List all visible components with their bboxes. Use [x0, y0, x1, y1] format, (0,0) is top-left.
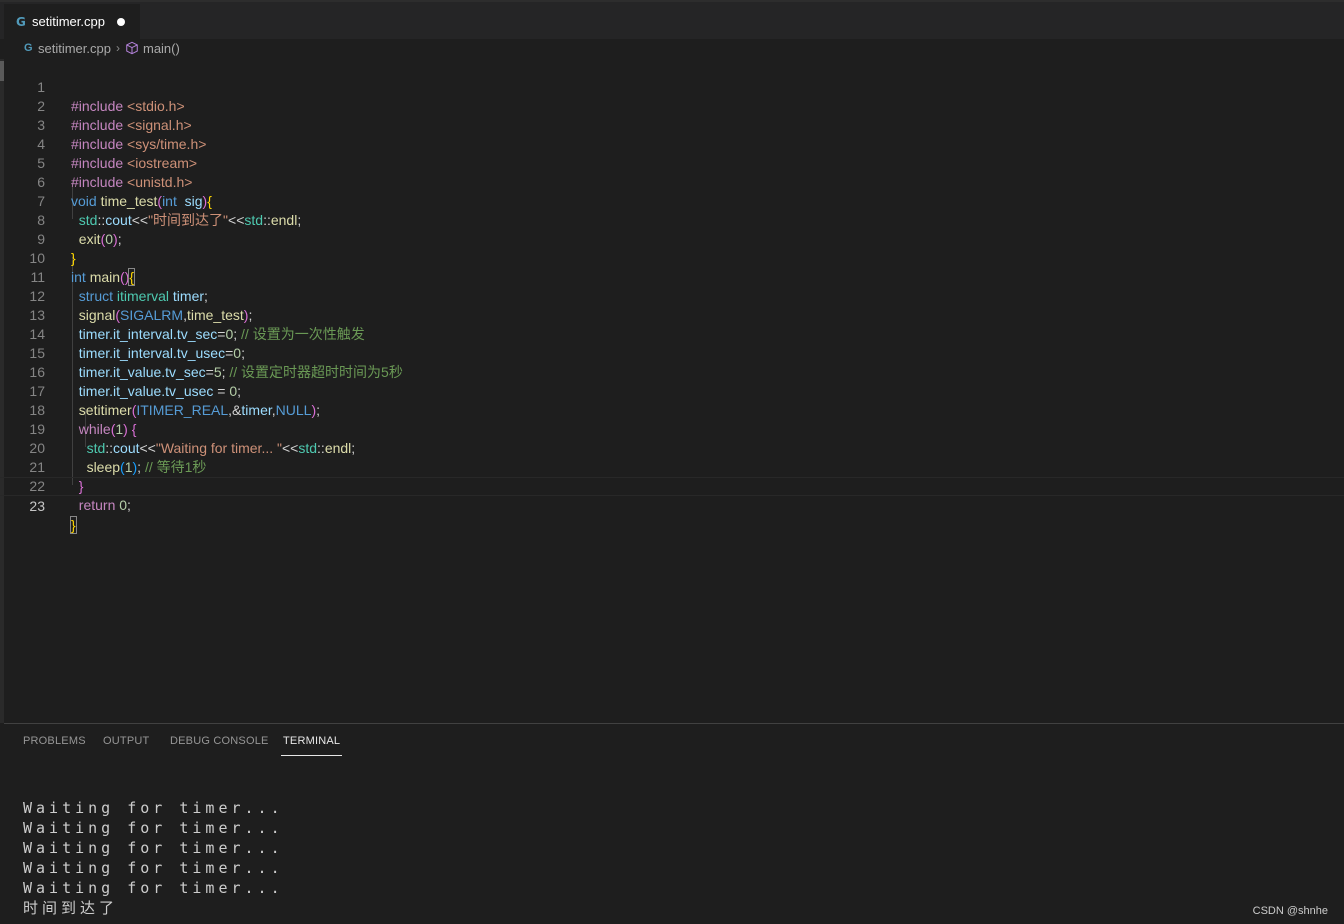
code-line: 2 #include <signal.h> — [0, 78, 1344, 133]
code-editor[interactable]: 1 #include <stdio.h> 2 #include <signal.… — [0, 59, 1344, 723]
terminal-line: 时间到达了 — [23, 899, 119, 917]
editor-tab-bar: G setitimer.cpp — [0, 0, 1344, 39]
terminal-clipped-line — [23, 919, 1253, 924]
vscode-window: G setitimer.cpp G setitimer.cpp › main()… — [0, 0, 1344, 924]
tab-debug-console[interactable]: DEBUG CONSOLE — [170, 735, 269, 747]
code-line: 22 return 0; — [0, 458, 1344, 513]
code-line: 11 struct itimerval timer; — [0, 249, 1344, 304]
code-line: 10 int main(){ — [0, 230, 1344, 286]
code-line: 13 timer.it_interval.tv_sec=0; // 设置为一次性… — [0, 287, 1344, 342]
breadcrumb: G setitimer.cpp › main() — [0, 37, 1344, 59]
code-line: 14 timer.it_interval.tv_usec=0; — [0, 306, 1344, 361]
tab-output[interactable]: OUTPUT — [103, 735, 149, 747]
code-line: 1 #include <stdio.h> — [0, 59, 1344, 114]
tab-problems[interactable]: PROBLEMS — [23, 735, 86, 747]
code-line: 9 } — [0, 211, 1344, 266]
panel-tab-bar: PROBLEMS OUTPUT DEBUG CONSOLE TERMINAL — [4, 724, 1344, 759]
code-line-current: 23 } — [0, 477, 1344, 534]
watermark: CSDN @shnhe — [1252, 905, 1328, 917]
code-line: 21 } — [0, 439, 1344, 494]
terminal-line: Waiting for timer... — [23, 839, 284, 857]
code-token: return — [78, 497, 116, 513]
code-line: 17 setitimer(ITIMER_REAL,&timer,NULL); — [0, 363, 1344, 418]
breadcrumb-symbol[interactable]: main() — [143, 41, 180, 56]
tab-setitimer-cpp[interactable]: G setitimer.cpp — [4, 4, 140, 39]
code-line: 4 #include <iostream> — [0, 116, 1344, 171]
cpp-file-icon: G — [24, 42, 33, 54]
code-line: 5 #include <unistd.h> — [0, 135, 1344, 190]
unsaved-dot-icon[interactable] — [116, 17, 125, 26]
code-line: 12 signal(SIGALRM,time_test); — [0, 268, 1344, 323]
code-line: 7 std::cout<<"时间到达了"<<std::endl; — [0, 173, 1344, 228]
code-line: 8 exit(0); — [0, 192, 1344, 247]
breadcrumb-file[interactable]: setitimer.cpp — [38, 41, 111, 56]
cpp-file-icon: G — [16, 14, 26, 29]
tab-terminal[interactable]: TERMINAL — [280, 735, 343, 756]
code-line: 3 #include <sys/time.h> — [0, 97, 1344, 152]
code-line: 16 timer.it_value.tv_usec = 0; — [0, 344, 1344, 399]
method-cube-icon — [126, 41, 138, 55]
bottom-panel: PROBLEMS OUTPUT DEBUG CONSOLE TERMINAL W… — [4, 723, 1344, 924]
tab-label: setitimer.cpp — [32, 14, 105, 29]
terminal-output[interactable]: Waiting for timer... Waiting for timer..… — [23, 798, 284, 918]
terminal-line: Waiting for timer... — [23, 799, 284, 817]
terminal-line: Waiting for timer... — [23, 879, 284, 897]
code-line: 20 sleep(1); // 等待1秒 — [0, 420, 1344, 475]
code-line: 6 void time_test(int sig){ — [0, 154, 1344, 209]
code-line: 19 std::cout<<"Waiting for timer... "<<s… — [0, 401, 1344, 456]
code-line: 15 timer.it_value.tv_sec=5; // 设置定时器超时时间… — [0, 325, 1344, 380]
chevron-right-icon: › — [115, 41, 120, 55]
line-number: 23 — [29, 498, 45, 514]
code-line: 18 while(1) { — [0, 382, 1344, 437]
terminal-line: Waiting for timer... — [23, 859, 284, 877]
code-token: 0 — [119, 497, 128, 513]
terminal-line: Waiting for timer... — [23, 819, 284, 837]
